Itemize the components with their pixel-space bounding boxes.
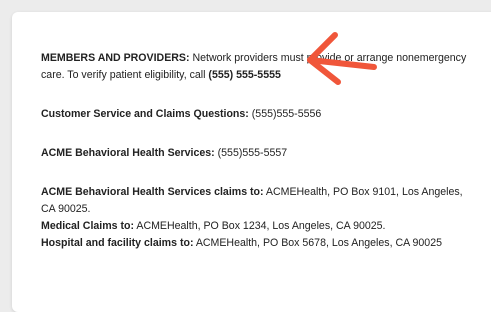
hospital-claims-label: Hospital and facility claims to: [41, 237, 194, 249]
behavioral-claims-address-line-2: CA 90025. [41, 203, 91, 215]
behavioral-health-phone: (555)555-5557 [214, 147, 288, 159]
provider-notice: MEMBERS AND PROVIDERS: Network providers… [41, 50, 491, 252]
behavioral-claims-address-line-1: ACMEHealth, PO Box 9101, Los Angeles, [263, 186, 463, 198]
hospital-claims-address: ACMEHealth, PO Box 5678, Los Angeles, CA… [193, 237, 442, 249]
medical-claims-label: Medical Claims to: [41, 220, 135, 232]
members-providers-paragraph: MEMBERS AND PROVIDERS: Network providers… [41, 50, 491, 84]
medical-claims-address: ACMEHealth, PO Box 1234, Los Angeles, CA… [134, 220, 386, 232]
behavioral-health-label: ACME Behavioral Health Services: [41, 147, 215, 159]
behavioral-claims-label: ACME Behavioral Health Services claims t… [41, 186, 264, 198]
members-providers-label: MEMBERS AND PROVIDERS: [41, 52, 190, 64]
customer-service-label: Customer Service and Claims Questions: [41, 108, 249, 120]
customer-service-paragraph: Customer Service and Claims Questions: (… [41, 106, 491, 123]
members-providers-text-line-1: Network providers must provide or arrang… [189, 52, 467, 64]
behavioral-health-paragraph: ACME Behavioral Health Services: (555)55… [41, 145, 491, 162]
eligibility-phone: (555) 555-5555 [208, 69, 281, 81]
members-providers-text-line-2: care. To verify patient eligibility, cal… [41, 69, 209, 81]
customer-service-phone: (555)555-5556 [248, 108, 322, 120]
claims-addresses-paragraph: ACME Behavioral Health Services claims t… [41, 184, 491, 252]
